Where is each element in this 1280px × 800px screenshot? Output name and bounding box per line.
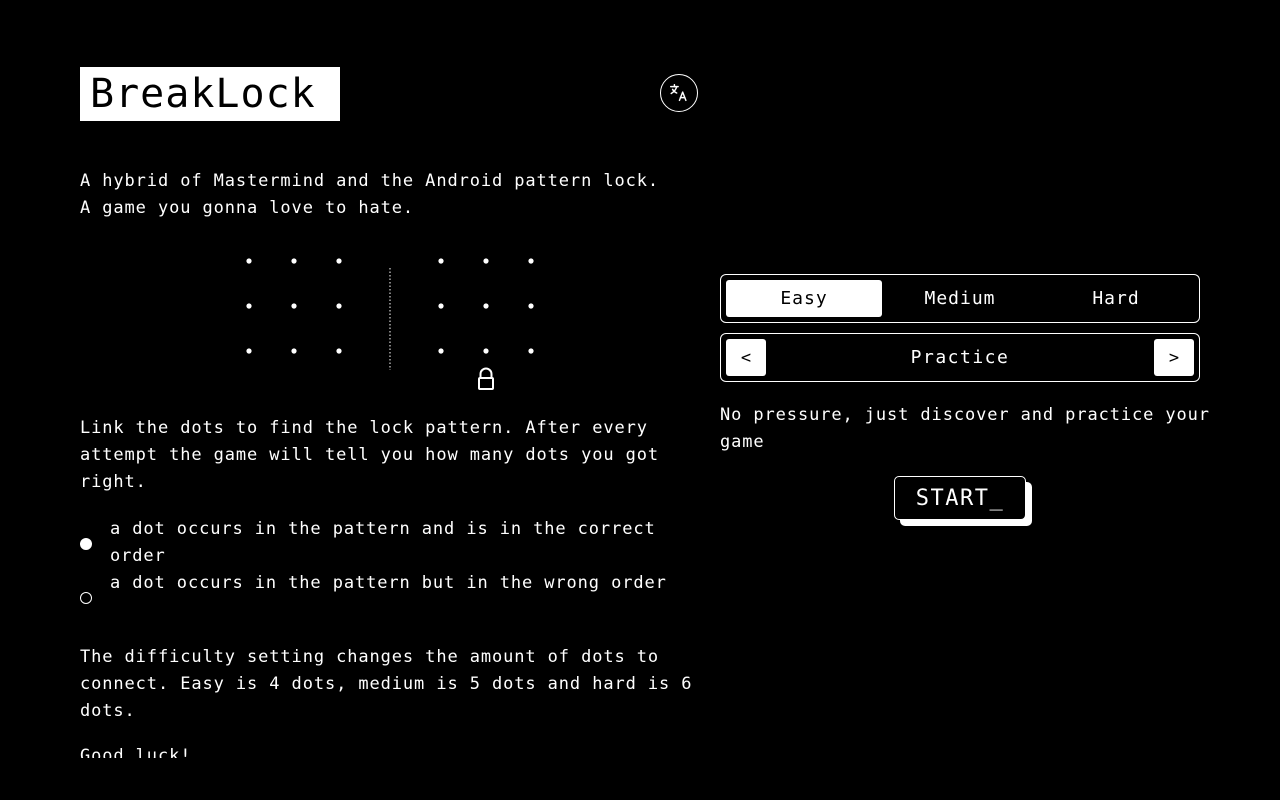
left-dot-grid xyxy=(246,258,342,354)
start-button[interactable]: START_ xyxy=(894,476,1026,520)
legend-item-correct: a dot occurs in the pattern and is in th… xyxy=(80,516,700,570)
difficulty-medium[interactable]: Medium xyxy=(882,280,1038,317)
instructions-text: Link the dots to find the lock pattern. … xyxy=(80,418,660,492)
mode-prev-button[interactable]: < xyxy=(726,339,766,376)
mode-label: Practice xyxy=(910,347,1010,368)
pattern-demo xyxy=(246,258,534,390)
hollow-dot-icon xyxy=(80,592,92,604)
legend-text: a dot occurs in the pattern but in the w… xyxy=(110,573,667,593)
legend-item-wrong-order: a dot occurs in the pattern but in the w… xyxy=(80,570,700,604)
filled-dot-icon xyxy=(80,538,92,550)
lock-icon xyxy=(478,367,494,390)
legend: a dot occurs in the pattern and is in th… xyxy=(80,516,700,604)
difficulty-selector: Easy Medium Hard xyxy=(720,274,1200,323)
start-button-wrap: START_ xyxy=(894,476,1032,526)
difficulty-hard[interactable]: Hard xyxy=(1038,280,1194,317)
difficulty-explanation: The difficulty setting changes the amoun… xyxy=(80,647,693,721)
mode-selector: < Practice > xyxy=(720,333,1200,382)
game-page: BreakLock A hybrid of Mastermind and the… xyxy=(0,0,1280,800)
info-column: BreakLock A hybrid of Mastermind and the… xyxy=(80,0,700,758)
legend-text: a dot occurs in the pattern and is in th… xyxy=(110,519,656,566)
difficulty-easy[interactable]: Easy xyxy=(726,280,882,317)
mode-description: No pressure, just discover and practice … xyxy=(720,405,1210,452)
translate-icon xyxy=(670,84,687,102)
closing-text: Good luck! xyxy=(80,746,192,758)
app-title: BreakLock xyxy=(80,67,340,121)
intro-text: A hybrid of Mastermind and the Android p… xyxy=(80,171,660,218)
mode-next-button[interactable]: > xyxy=(1153,339,1194,376)
right-dot-grid xyxy=(438,258,534,354)
language-button[interactable] xyxy=(660,74,698,112)
